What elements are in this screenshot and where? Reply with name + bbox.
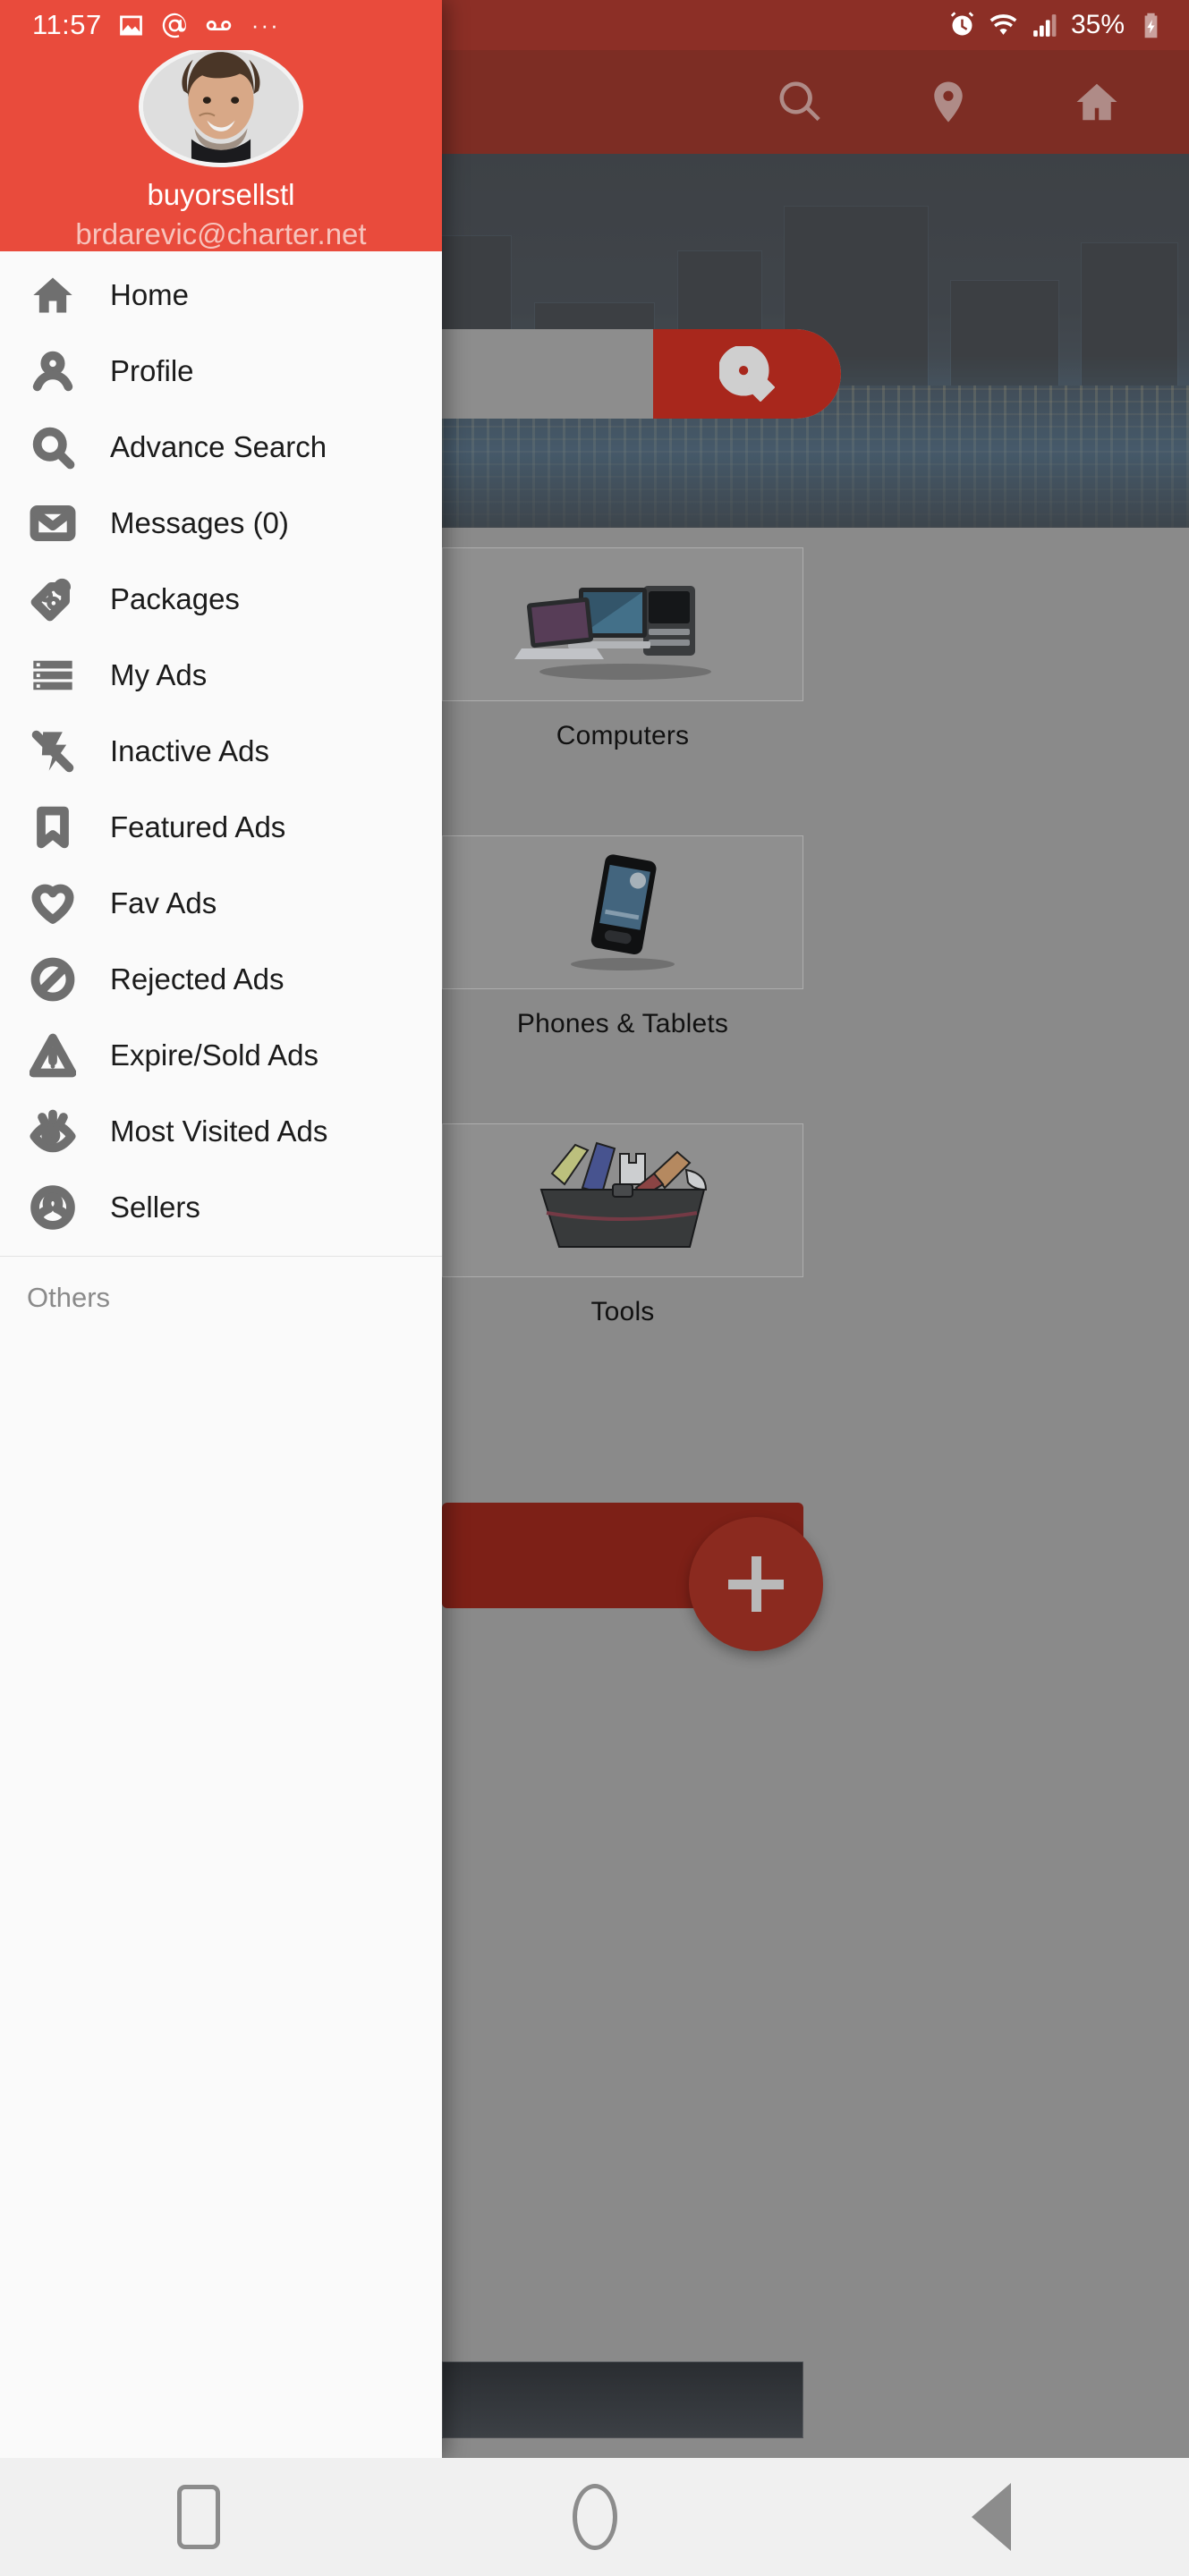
search-icon[interactable] xyxy=(653,329,841,419)
sidebar-item-packages[interactable]: Packages xyxy=(0,561,442,637)
sidebar-item-advance-search[interactable]: Advance Search xyxy=(0,409,442,485)
heart-icon xyxy=(27,877,79,929)
signal-icon xyxy=(1030,11,1059,40)
battery-percent: 35% xyxy=(1070,10,1125,39)
sidebar-item-label: Sellers xyxy=(110,1190,200,1224)
sidebar-item-profile[interactable]: Profile xyxy=(0,333,442,409)
sidebar-item-label: Packages xyxy=(110,581,240,615)
sidebar-item-my-ads[interactable]: My Ads xyxy=(0,637,442,713)
location-pin-icon[interactable] xyxy=(924,78,972,126)
category-card-tools[interactable]: Tools xyxy=(442,1123,803,1327)
status-bar-right: 35% xyxy=(947,0,1166,50)
phone-screen: Computers Phones & Tablets Tools buyorse… xyxy=(0,0,1189,2576)
sidebar-item-label: My Ads xyxy=(110,657,208,691)
sidebar-item-label: Inactive Ads xyxy=(110,733,269,767)
sidebar-item-most-visited-ads[interactable]: Most Visited Ads xyxy=(0,1093,442,1169)
back-triangle-icon[interactable] xyxy=(938,2472,1045,2562)
search-icon[interactable] xyxy=(776,78,824,126)
warning-triangle-icon xyxy=(27,1030,79,1081)
plus-icon[interactable] xyxy=(689,1517,823,1651)
sidebar-item-label: Expire/Sold Ads xyxy=(110,1038,318,1072)
sidebar-item-messages[interactable]: Messages (0) xyxy=(0,485,442,561)
recents-square-icon[interactable] xyxy=(145,2472,252,2562)
category-card-computers[interactable]: Computers xyxy=(442,547,803,751)
avatar[interactable] xyxy=(139,46,303,167)
list-icon xyxy=(27,649,79,701)
drawer-menu: Home Profile Advance Search Messages (0) xyxy=(0,251,442,2458)
block-icon xyxy=(27,953,79,1005)
status-clock: 11:57 xyxy=(32,9,102,40)
search-icon xyxy=(27,421,79,473)
sidebar-item-featured-ads[interactable]: Featured Ads xyxy=(0,789,442,865)
bookmark-icon xyxy=(27,801,79,853)
category-label: Tools xyxy=(590,1297,655,1326)
voicemail-icon xyxy=(204,11,234,40)
sidebar-item-rejected-ads[interactable]: Rejected Ads xyxy=(0,941,442,1017)
user-circle-icon xyxy=(27,1182,79,1233)
more-dots-icon: ··· xyxy=(251,11,280,38)
drawer-email: brdarevic@charter.net xyxy=(75,217,367,250)
computers-thumbnail xyxy=(442,547,803,701)
sidebar-item-label: Most Visited Ads xyxy=(110,1114,328,1148)
home-circle-icon[interactable] xyxy=(541,2472,649,2562)
battery-charging-icon xyxy=(1136,11,1166,40)
section-label: Others xyxy=(27,1282,111,1313)
sidebar-item-inactive-ads[interactable]: Inactive Ads xyxy=(0,713,442,789)
sidebar-item-label: Home xyxy=(110,277,190,311)
sidebar-item-label: Rejected Ads xyxy=(110,962,285,996)
sidebar-item-expire-sold-ads[interactable]: Expire/Sold Ads xyxy=(0,1017,442,1093)
drawer-section-others: Others xyxy=(0,1257,442,1339)
price-tag-icon xyxy=(27,573,79,625)
sidebar-item-home[interactable]: Home xyxy=(0,257,442,333)
status-bar-left: 11:57 ··· xyxy=(0,0,442,50)
sidebar-item-label: Profile xyxy=(110,353,194,387)
category-label: Phones & Tablets xyxy=(516,1009,729,1038)
person-icon xyxy=(27,345,79,397)
category-label: Computers xyxy=(556,721,690,750)
sidebar-item-sellers[interactable]: Sellers xyxy=(0,1169,442,1245)
category-card-phones[interactable]: Phones & Tablets xyxy=(442,835,803,1039)
toolbox-thumbnail xyxy=(442,1123,803,1277)
android-navigation-bar xyxy=(0,2458,1189,2576)
home-icon[interactable] xyxy=(1073,78,1121,126)
navigation-drawer: buyorsellstl brdarevic@charter.net Home … xyxy=(0,0,442,2458)
sidebar-item-label: Featured Ads xyxy=(110,809,286,843)
image-icon xyxy=(116,11,146,40)
at-icon xyxy=(160,11,190,40)
sidebar-item-label: Fav Ads xyxy=(110,886,217,919)
phone-thumbnail xyxy=(442,835,803,989)
eye-icon xyxy=(27,1106,79,1157)
wifi-icon xyxy=(989,11,1018,40)
sidebar-item-label: Advance Search xyxy=(110,429,327,463)
bottom-content-strip xyxy=(442,2361,803,2438)
sidebar-item-label: Messages (0) xyxy=(110,505,289,539)
mail-icon xyxy=(27,497,79,549)
home-icon xyxy=(27,269,79,321)
flash-off-icon xyxy=(27,725,79,777)
drawer-username: buyorsellstl xyxy=(147,178,295,211)
alarm-icon xyxy=(947,11,977,40)
sidebar-item-fav-ads[interactable]: Fav Ads xyxy=(0,865,442,941)
